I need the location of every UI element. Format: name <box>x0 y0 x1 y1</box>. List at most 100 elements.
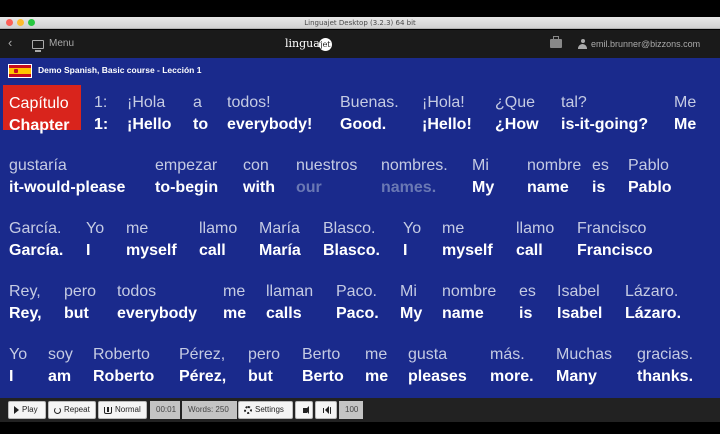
english-gloss: Chapter <box>9 117 70 134</box>
spanish-word: ¡Hola <box>127 94 166 111</box>
english-gloss: is <box>592 179 606 196</box>
english-gloss: more. <box>490 368 534 385</box>
spanish-word: 1: <box>94 94 108 111</box>
spanish-word: Rey, <box>9 283 41 300</box>
user-account[interactable]: emil.brunner@bizzons.com <box>578 37 700 51</box>
spanish-word: García. <box>9 220 62 237</box>
app-header: ‹ Menu linguajet emil.brunner@bizzons.co… <box>0 30 720 58</box>
word-count: Words: 250 <box>182 401 237 419</box>
sentence-line: García. García. Yo Ime myself llamo call María M… <box>0 208 720 259</box>
english-gloss: I <box>86 242 91 259</box>
sentence-line: Yo Isoy am Roberto Roberto Pérez, Pérez, pero bu… <box>0 334 720 385</box>
english-gloss: ¡Hello <box>127 116 172 133</box>
english-gloss: myself <box>442 242 493 259</box>
spanish-word: llamo <box>516 220 555 237</box>
spanish-word: llaman <box>266 283 314 300</box>
repeat-icon <box>54 406 61 414</box>
spanish-word: tal? <box>561 94 587 111</box>
spanish-word: Me <box>674 94 697 111</box>
user-email: emil.brunner@bizzons.com <box>591 39 701 49</box>
volume-down-button[interactable] <box>295 401 313 419</box>
english-gloss: but <box>64 305 89 322</box>
volume-up-button[interactable] <box>315 401 337 419</box>
chevron-left-icon[interactable]: ‹ <box>8 36 12 50</box>
player-toolbar: Play Repeat Normal 00:01 Words: 250 Sett… <box>0 398 720 422</box>
english-gloss: Pablo <box>628 179 672 196</box>
current-word[interactable]: Capítulo Chapter <box>3 85 81 134</box>
english-gloss: María <box>259 242 301 259</box>
english-gloss: Berto <box>302 368 344 385</box>
spanish-word: nombres. <box>381 157 448 174</box>
spanish-word: ¡Hola! <box>422 94 465 111</box>
time-display: 00:01 <box>150 401 180 419</box>
english-gloss: am <box>48 368 72 385</box>
spanish-word: me <box>442 220 465 237</box>
english-gloss: calls <box>266 305 302 322</box>
english-gloss: is <box>519 305 533 322</box>
window-titlebar: Linguajet Desktop (3.2.3) 64 bit <box>0 17 720 29</box>
english-gloss: I <box>403 242 408 259</box>
spanish-word: Isabel <box>557 283 600 300</box>
spanish-word: todos <box>117 283 157 300</box>
spanish-word: pero <box>64 283 97 300</box>
english-gloss: thanks. <box>637 368 694 385</box>
spanish-word: pero <box>248 346 281 363</box>
spanish-word: empezar <box>155 157 218 174</box>
spanish-word: nombre <box>442 283 497 300</box>
volume-level: 100 <box>339 401 363 419</box>
user-icon <box>578 39 587 49</box>
english-gloss: Roberto <box>93 368 155 385</box>
spanish-word: a <box>193 94 202 111</box>
course-bar: Demo Spanish, Basic course - Lección 1 <box>0 58 720 82</box>
menu-label: Menu <box>49 38 75 49</box>
english-gloss: name <box>527 179 569 196</box>
spanish-word: Lázaro. <box>625 283 679 300</box>
english-gloss: My <box>472 179 495 196</box>
briefcase-icon[interactable] <box>550 36 562 48</box>
english-gloss: to-begin <box>155 179 219 196</box>
spanish-word: Yo <box>86 220 105 237</box>
spanish-word: Berto <box>302 346 341 363</box>
spanish-word: todos! <box>227 94 271 111</box>
speaker-icon <box>303 405 309 414</box>
english-gloss: Good. <box>340 116 387 133</box>
spanish-word: gustaría <box>9 157 67 174</box>
spanish-word: es <box>592 157 609 174</box>
english-gloss: me <box>223 305 247 322</box>
english-gloss: name <box>442 305 484 322</box>
mode-button[interactable]: Normal <box>98 401 147 419</box>
repeat-button[interactable]: Repeat <box>48 401 96 419</box>
english-gloss: My <box>400 305 423 322</box>
linguajet-logo: linguajet <box>285 37 332 51</box>
english-gloss: Blasco. <box>323 242 380 259</box>
english-gloss: me <box>365 368 389 385</box>
english-gloss: is-it-going? <box>561 116 649 133</box>
settings-button[interactable]: Settings <box>238 401 293 419</box>
play-button[interactable]: Play <box>8 401 46 419</box>
english-gloss: ¡Hello! <box>422 116 472 133</box>
spanish-word: gracias. <box>637 346 694 363</box>
menu-button[interactable]: Menu <box>32 37 75 52</box>
spanish-word: ¿Que <box>495 94 536 111</box>
english-gloss: to <box>193 116 209 133</box>
spanish-word: Mi <box>400 283 417 300</box>
spanish-word: Buenas. <box>340 94 399 111</box>
spanish-word: Muchas <box>556 346 613 363</box>
spanish-word: es <box>519 283 536 300</box>
spanish-word: Pablo <box>628 157 669 174</box>
english-gloss: our <box>296 179 322 196</box>
book-icon <box>104 406 112 414</box>
spanish-word: me <box>223 283 246 300</box>
reading-panel: Capítulo Chapter 1: 1: ¡Hola ¡Hello a to todos! e… <box>0 82 720 398</box>
english-gloss: call <box>516 242 543 259</box>
spanish-word: con <box>243 157 269 174</box>
spanish-word: me <box>365 346 388 363</box>
english-gloss: Francisco <box>577 242 653 259</box>
sentence-line: Rey, Rey, pero but todos everybody me me llaman c… <box>0 271 720 322</box>
spanish-word: Blasco. <box>323 220 376 237</box>
sentence-line: gustaría it-would-please empezar to-begin co… <box>0 145 720 196</box>
spanish-word: Roberto <box>93 346 150 363</box>
gear-icon <box>244 406 252 414</box>
spanish-word: Mi <box>472 157 489 174</box>
course-title: Demo Spanish, Basic course - Lección 1 <box>38 65 202 75</box>
